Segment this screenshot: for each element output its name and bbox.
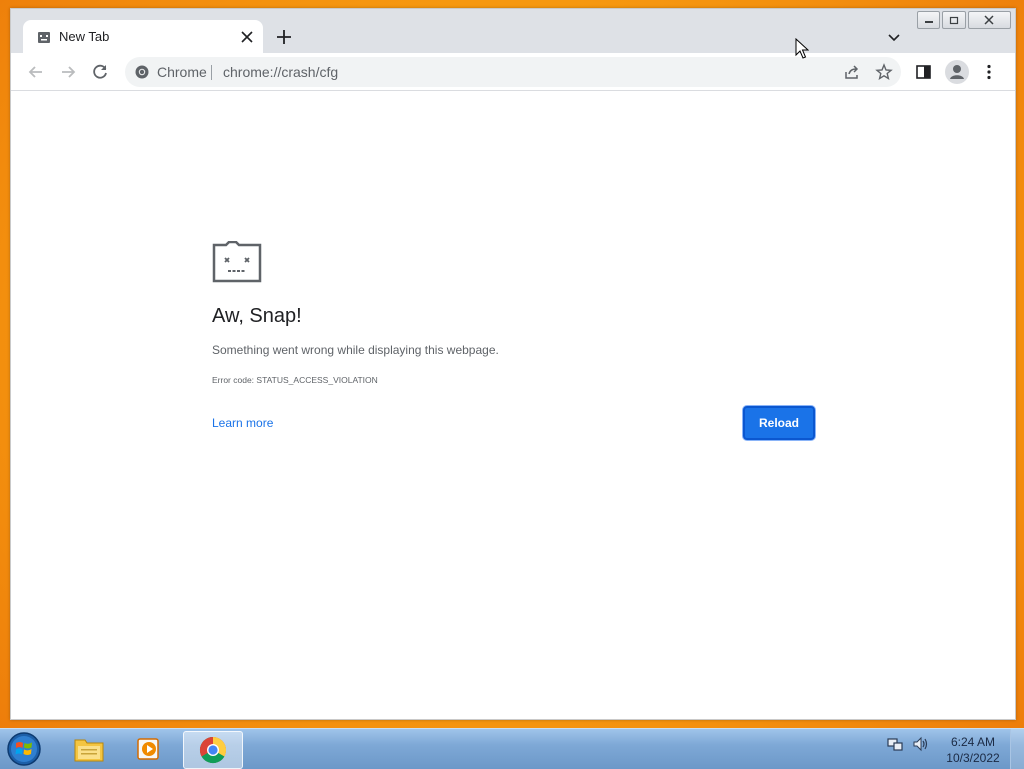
media-player-icon [137,738,159,760]
profile-person-icon [950,65,964,79]
taskbar-explorer[interactable] [60,731,118,767]
system-clock[interactable]: 6:24 AM 10/3/2022 [940,734,1006,766]
taskbar-chrome[interactable] [183,731,243,769]
chrome-logo-icon [135,65,149,79]
chrome-logo-icon [199,736,227,764]
tab-title: New Tab [59,29,110,44]
taskbar-media-player[interactable] [120,731,178,767]
share-icon[interactable] [843,63,861,81]
minimize-button[interactable] [917,11,941,29]
maximize-button[interactable] [942,11,966,29]
window-controls [917,11,1011,29]
url-text[interactable]: chrome://crash/cfg [223,64,338,80]
windows-start-orb-icon[interactable] [4,730,44,768]
forward-arrow-icon[interactable] [57,61,79,83]
address-bar[interactable]: Chrome chrome://crash/cfg [125,57,901,87]
new-tab-plus-icon[interactable] [273,26,295,48]
browser-toolbar: Chrome chrome://crash/cfg [11,53,1015,91]
folder-icon [74,739,104,762]
error-code: Error code: STATUS_ACCESS_VIOLATION [212,375,378,385]
clock-time: 6:24 AM [950,735,996,749]
system-tray [886,735,930,753]
tab-search-chevron-icon[interactable] [884,27,904,47]
error-message: Something went wrong while displaying th… [212,343,499,357]
restore-icon [950,16,959,24]
omnibox-divider [211,65,212,80]
sad-tab-folder-icon [212,241,262,283]
learn-more-link[interactable]: Learn more [212,416,273,430]
bookmark-star-icon[interactable] [875,63,893,81]
back-arrow-icon[interactable] [25,61,47,83]
tab-new-tab[interactable]: New Tab [23,20,263,53]
profile-avatar-button[interactable] [945,60,969,84]
clock-date: 10/3/2022 [946,751,1000,765]
sad-tab-favicon-icon [38,32,50,43]
close-window-button[interactable] [967,11,1011,29]
minimize-icon [924,21,933,23]
show-desktop-button[interactable] [1010,729,1024,769]
reload-icon[interactable] [89,61,111,83]
side-panel-icon[interactable] [914,62,934,82]
page-content: Aw, Snap! Something went wrong while dis… [11,91,1015,719]
browser-window: New Tab Chrome chrome://crash/cfg Aw, Sn… [10,8,1016,720]
volume-speaker-icon[interactable] [912,735,930,753]
error-heading: Aw, Snap! [212,305,302,327]
network-icon[interactable] [886,735,904,753]
reload-button[interactable]: Reload [743,406,815,440]
more-menu-icon[interactable] [979,62,999,82]
mouse-cursor-icon [795,38,809,59]
close-tab-icon[interactable] [237,27,257,47]
close-window-icon [984,15,994,25]
omnibox-chip-label: Chrome [157,64,207,80]
taskbar: 6:24 AM 10/3/2022 [0,728,1024,769]
tab-strip: New Tab [11,9,1015,53]
